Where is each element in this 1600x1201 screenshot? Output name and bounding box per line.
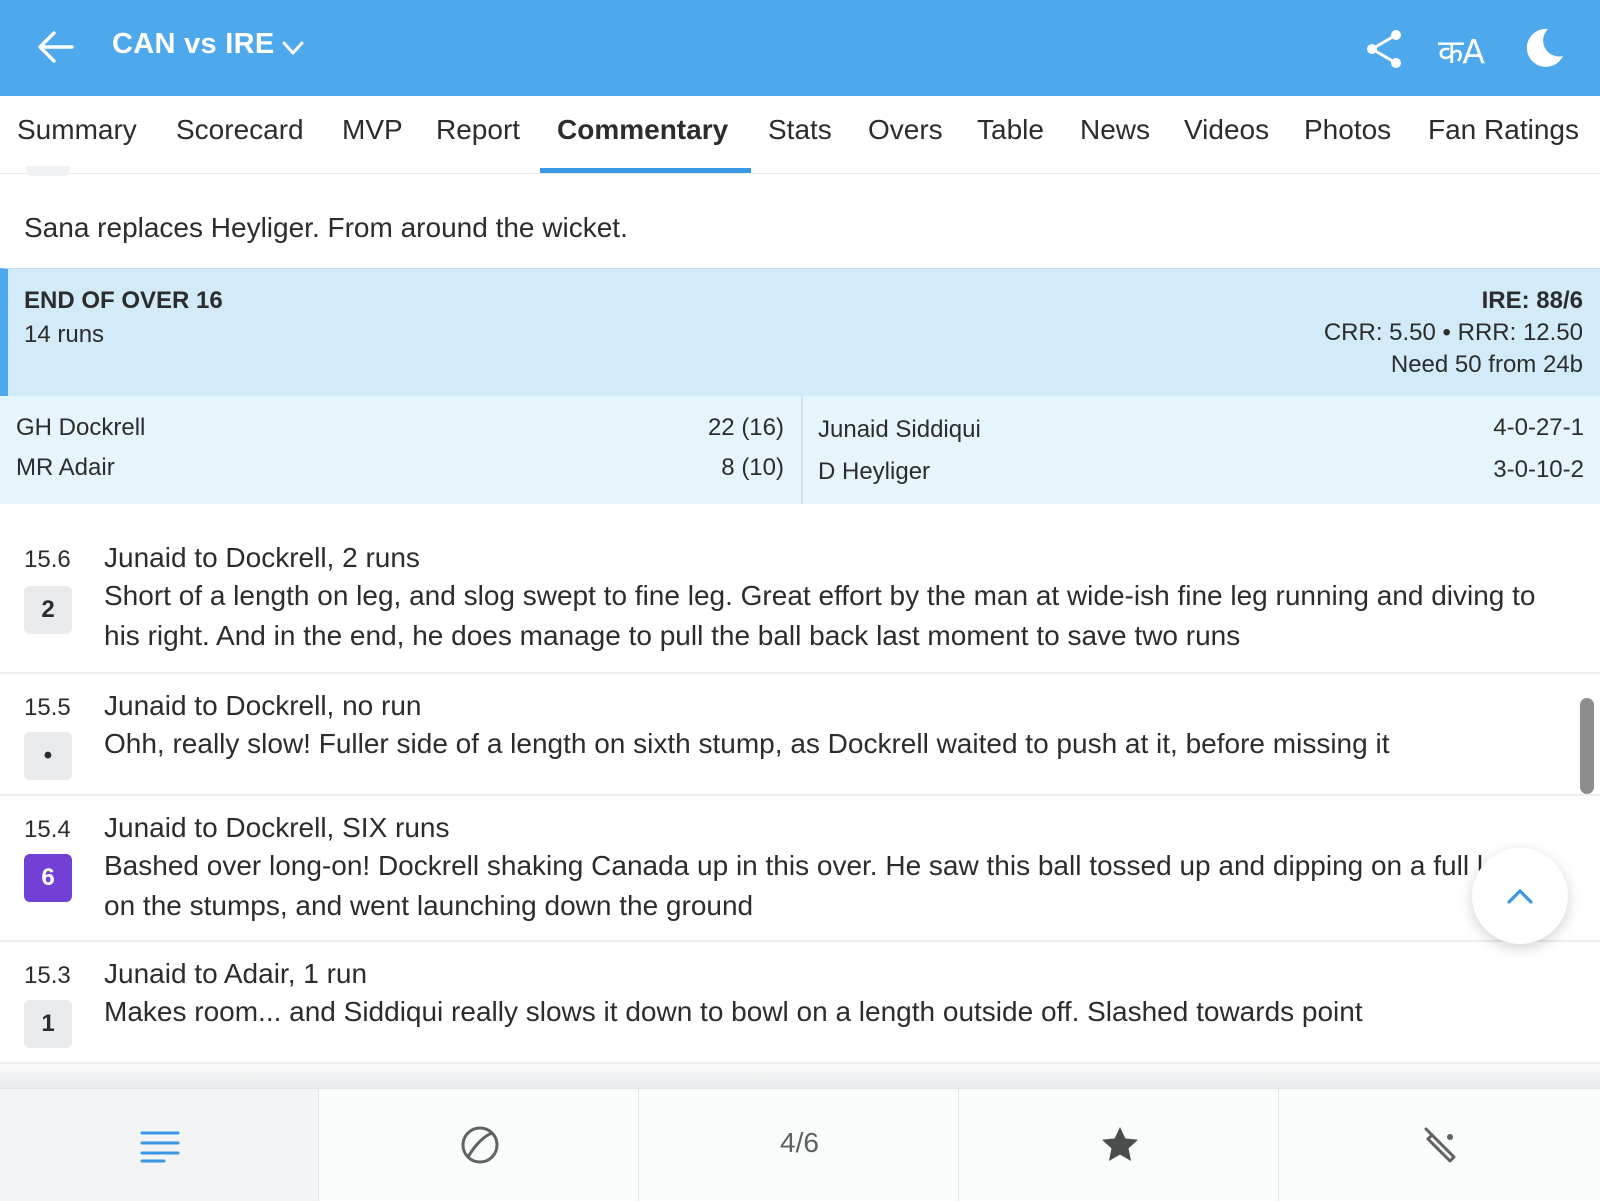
bowler-name[interactable]: D Heyliger [818,458,930,486]
ball-runs-badge: 1 [24,1000,72,1048]
ball-description: Bashed over long-on! Dockrell shaking Ca… [104,850,1554,921]
bottom-nav-highlights[interactable] [960,1089,1279,1201]
match-tabs: Summary Scorecard MVP Report Commentary … [0,96,1600,174]
tab-commentary[interactable]: Commentary [557,114,728,146]
batter-name[interactable]: MR Adair [16,454,115,482]
tab-table[interactable]: Table [977,114,1044,146]
app-bar: CAN vs IRE कA [0,0,1600,96]
ball-icon [461,1126,499,1164]
team-score: IRE: 88/6 [1481,287,1583,314]
ball-over-number: 15.6 [24,546,71,573]
ball-over-number: 15.3 [24,962,71,989]
ball-title: Junaid to Adair, 1 run [104,958,368,989]
ball-over-number: 15.4 [24,816,71,843]
ball-title: Junaid to Dockrell, 2 runs [104,542,420,573]
tab-overs[interactable]: Overs [868,114,943,146]
ball-runs-badge: • [24,732,72,780]
chevron-down-icon[interactable] [280,36,306,60]
bottom-nav: 4/6 [0,1088,1600,1201]
match-title[interactable]: CAN vs IRE [112,28,275,61]
over-players-panel: GH Dockrell 22 (16) MR Adair 8 (10) Juna… [0,396,1600,504]
tab-scorecard[interactable]: Scorecard [176,114,304,146]
tab-fan-ratings[interactable]: Fan Ratings [1428,114,1579,146]
tab-stats[interactable]: Stats [768,114,832,146]
bottom-nav-commentary[interactable] [0,1089,319,1201]
bottom-nav-batting[interactable] [1280,1089,1599,1201]
bowler-figures: 4-0-27-1 [1493,414,1584,441]
bowler-change-note: Sana replaces Heyliger. From around the … [24,212,628,243]
ball-over-number: 15.5 [24,694,71,721]
run-rates: CRR: 5.50 • RRR: 12.50 [1323,319,1583,346]
ball-description: Short of a length on leg, and slog swept… [104,580,1536,651]
tab-videos[interactable]: Videos [1184,114,1269,146]
tab-report[interactable]: Report [436,114,520,146]
ball-commentary-row: 15.6 2 Junaid to Dockrell, 2 runs Short … [0,504,1600,674]
chevron-up-icon [1507,889,1533,904]
star-icon [1102,1127,1138,1161]
bowler-figures: 3-0-10-2 [1493,456,1584,483]
tab-photos[interactable]: Photos [1304,114,1391,146]
arrow-left-icon[interactable] [34,26,76,68]
active-tab-indicator [540,168,751,173]
bottom-shadow [0,1058,1600,1088]
bottom-nav-pages[interactable]: 4/6 [640,1089,959,1201]
ball-description: Ohh, really slow! Fuller side of a lengt… [104,728,1390,759]
ball-title: Junaid to Dockrell, no run [104,690,422,721]
language-button[interactable]: कA [1438,28,1485,73]
ball-title: Junaid to Dockrell, SIX runs [104,812,450,843]
end-of-over-title: END OF OVER 16 [24,287,223,314]
scroll-to-top-button[interactable] [1472,848,1568,944]
ball-commentary-row: 15.5 • Junaid to Dockrell, no run Ohh, r… [0,674,1600,796]
tab-mvp[interactable]: MVP [342,114,403,146]
tab-summary[interactable]: Summary [17,114,137,146]
ball-runs-badge: 2 [24,586,72,634]
bat-icon [1424,1127,1456,1163]
over-runs: 14 runs [24,321,105,348]
ball-commentary-row: 15.3 1 Junaid to Adair, 1 run Makes room… [0,942,1600,1064]
ball-description: Makes room... and Siddiqui really slows … [104,996,1363,1027]
bowler-name[interactable]: Junaid Siddiqui [818,416,981,444]
menu-lines-icon [140,1131,180,1163]
page-indicator: 4/6 [780,1127,819,1158]
ball-badge-partial [26,166,70,176]
tab-news[interactable]: News [1080,114,1150,146]
scrollbar-thumb[interactable] [1580,698,1594,794]
moon-icon[interactable] [1522,26,1566,70]
batter-figures: 8 (10) [721,454,784,481]
runs-needed: Need 50 from 24b [1390,351,1583,378]
batter-figures: 22 (16) [707,414,784,441]
panel-divider [801,396,803,504]
share-icon[interactable] [1364,28,1404,70]
bottom-nav-live[interactable] [320,1089,639,1201]
ball-runs-badge: 6 [24,854,72,902]
ball-commentary-row: 15.4 6 Junaid to Dockrell, SIX runs Bash… [0,796,1600,942]
end-of-over-summary: END OF OVER 16 14 runs IRE: 88/6 CRR: 5.… [0,268,1600,396]
batter-name[interactable]: GH Dockrell [16,414,145,442]
